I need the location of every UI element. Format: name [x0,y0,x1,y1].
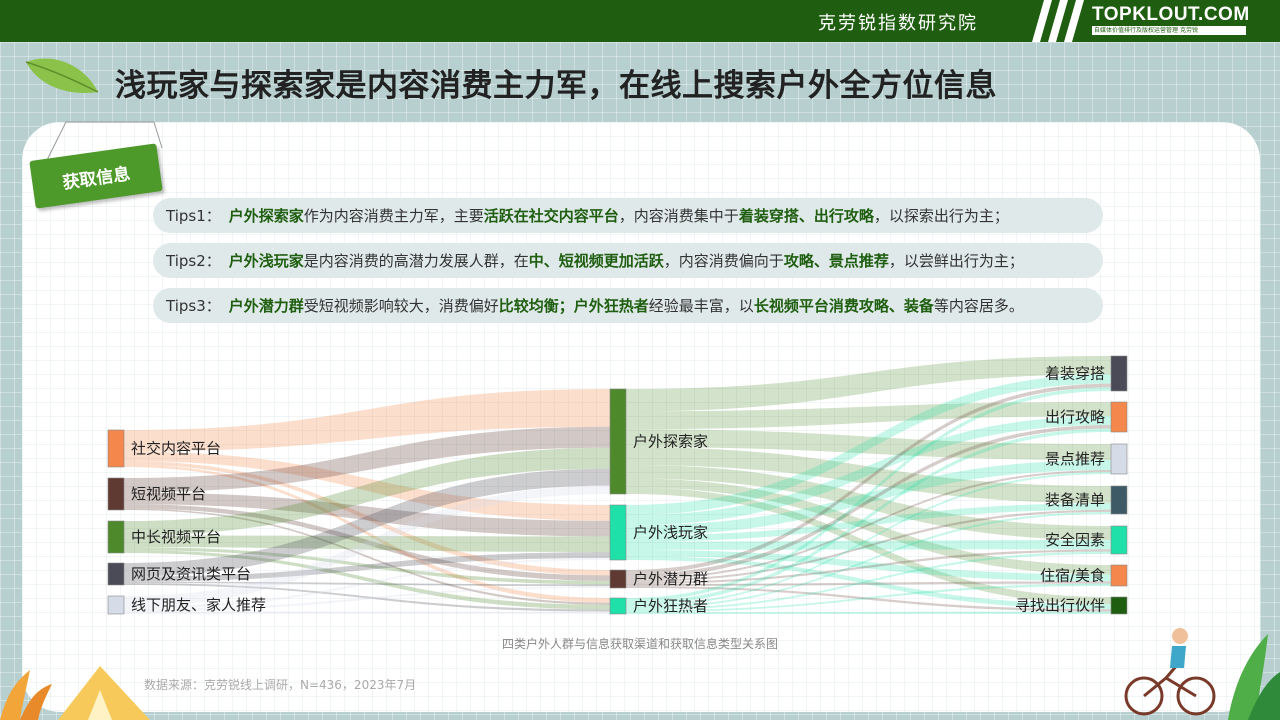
segment-node [609,569,627,589]
content-type-node [1110,401,1128,433]
content-type-node-label: 装备清单 [1045,491,1105,509]
content-type-node [1110,443,1128,475]
segment-node-label: 户外潜力群 [633,570,708,588]
source-node [107,520,125,554]
content-type-node-label: 寻找出行伙伴 [1015,597,1105,615]
content-type-node [1110,485,1128,515]
segment-node [609,504,627,561]
content-type-node-label: 着装穿搭 [1045,365,1105,383]
content-type-node [1110,355,1128,392]
tent-plant-decoration-icon [0,666,150,720]
content-type-node-label: 出行攻略 [1045,408,1105,426]
source-node [107,429,125,468]
source-node [107,595,125,615]
segment-node-label: 户外浅玩家 [633,524,708,542]
source-node-label: 短视频平台 [131,485,206,503]
content-type-node [1110,564,1128,587]
segment-node-label: 户外探索家 [633,433,708,451]
cyclist-decoration-icon [1124,628,1280,720]
source-node-label: 线下朋友、家人推荐 [131,596,266,614]
source-node [107,477,125,511]
segment-node-label: 户外狂热者 [633,597,708,615]
source-node [107,562,125,586]
chart-caption: 四类户外人群与信息获取渠道和获取信息类型关系图 [501,637,778,651]
content-type-node-label: 安全因素 [1045,531,1105,549]
source-node-label: 社交内容平台 [131,440,221,458]
segment-node [609,597,627,615]
segment-node [609,388,627,495]
content-type-node-label: 住宿/美食 [1040,567,1105,585]
source-node-label: 网页及资讯类平台 [131,565,251,583]
content-type-node [1110,525,1128,555]
content-type-node-label: 景点推荐 [1045,450,1105,468]
source-node-label: 中长视频平台 [131,528,221,546]
data-source: 数据来源：克劳锐线上调研，N=436，2023年7月 [144,678,417,692]
content-type-node [1110,596,1128,615]
sankey-diagram: 社交内容平台短视频平台中长视频平台网页及资讯类平台线下朋友、家人推荐 户外探索家户… [107,355,1128,615]
